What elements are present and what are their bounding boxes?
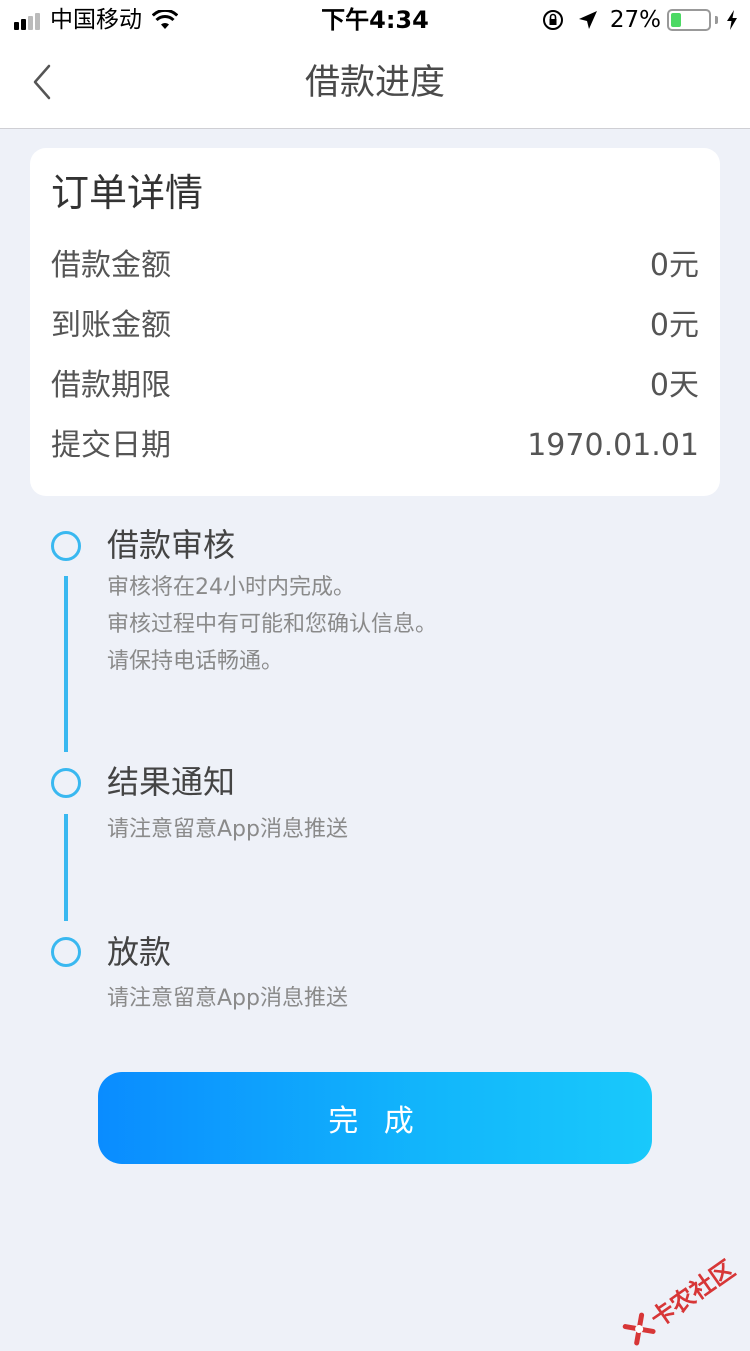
step-circle-icon [51,531,81,561]
detail-label: 借款期限 [51,368,171,403]
detail-label: 借款金额 [51,248,171,283]
battery-tip [715,16,718,24]
detail-value: 0天 [649,368,699,403]
location-arrow-icon [578,11,597,29]
battery-icon [667,9,711,31]
detail-value: 1970.01.01 [527,428,699,463]
step-connector [64,814,68,921]
done-button[interactable]: 完 成 [98,1072,652,1164]
detail-row-received-amount: 到账金额 0元 [51,301,699,351]
step-title-notification: 结果通知 [107,763,236,801]
step-desc: 审核将在24小时内完成。 [107,575,355,600]
step-desc: 请注意留意App消息推送 [107,986,348,1011]
nav-bar: 借款进度 [0,40,750,129]
step-desc: 审核过程中有可能和您确认信息。 [107,612,438,637]
watermark-text: 卡农社区 [645,1254,741,1333]
detail-row-loan-amount: 借款金额 0元 [51,241,699,291]
step-circle-icon [51,937,81,967]
page-title: 借款进度 [304,63,445,103]
status-right: 27% [542,5,738,35]
detail-row-submit-date: 提交日期 1970.01.01 [51,421,699,471]
rotation-lock-icon [542,10,563,30]
charging-bolt-icon [727,10,737,30]
step-connector [64,576,68,752]
order-detail-card: 订单详情 借款金额 0元 到账金额 0元 借款期限 0天 提交日期 1970.0… [30,148,720,496]
detail-row-loan-term: 借款期限 0天 [51,361,699,411]
step-desc: 请注意留意App消息推送 [107,817,348,842]
detail-label: 到账金额 [51,308,171,343]
step-title-review: 借款审核 [107,526,236,564]
battery-level [671,13,681,27]
detail-value: 0元 [649,248,699,283]
order-detail-title: 订单详情 [51,171,204,215]
watermark: 卡农社区 [617,1250,740,1351]
step-title-disbursement: 放款 [107,933,172,971]
status-bar: 中国移动 下午4:34 27% [0,0,750,40]
step-circle-icon [51,768,81,798]
battery-percent: 27% [609,7,661,33]
detail-value: 0元 [649,308,699,343]
step-desc: 请保持电话畅通。 [107,649,284,674]
detail-label: 提交日期 [51,428,171,463]
